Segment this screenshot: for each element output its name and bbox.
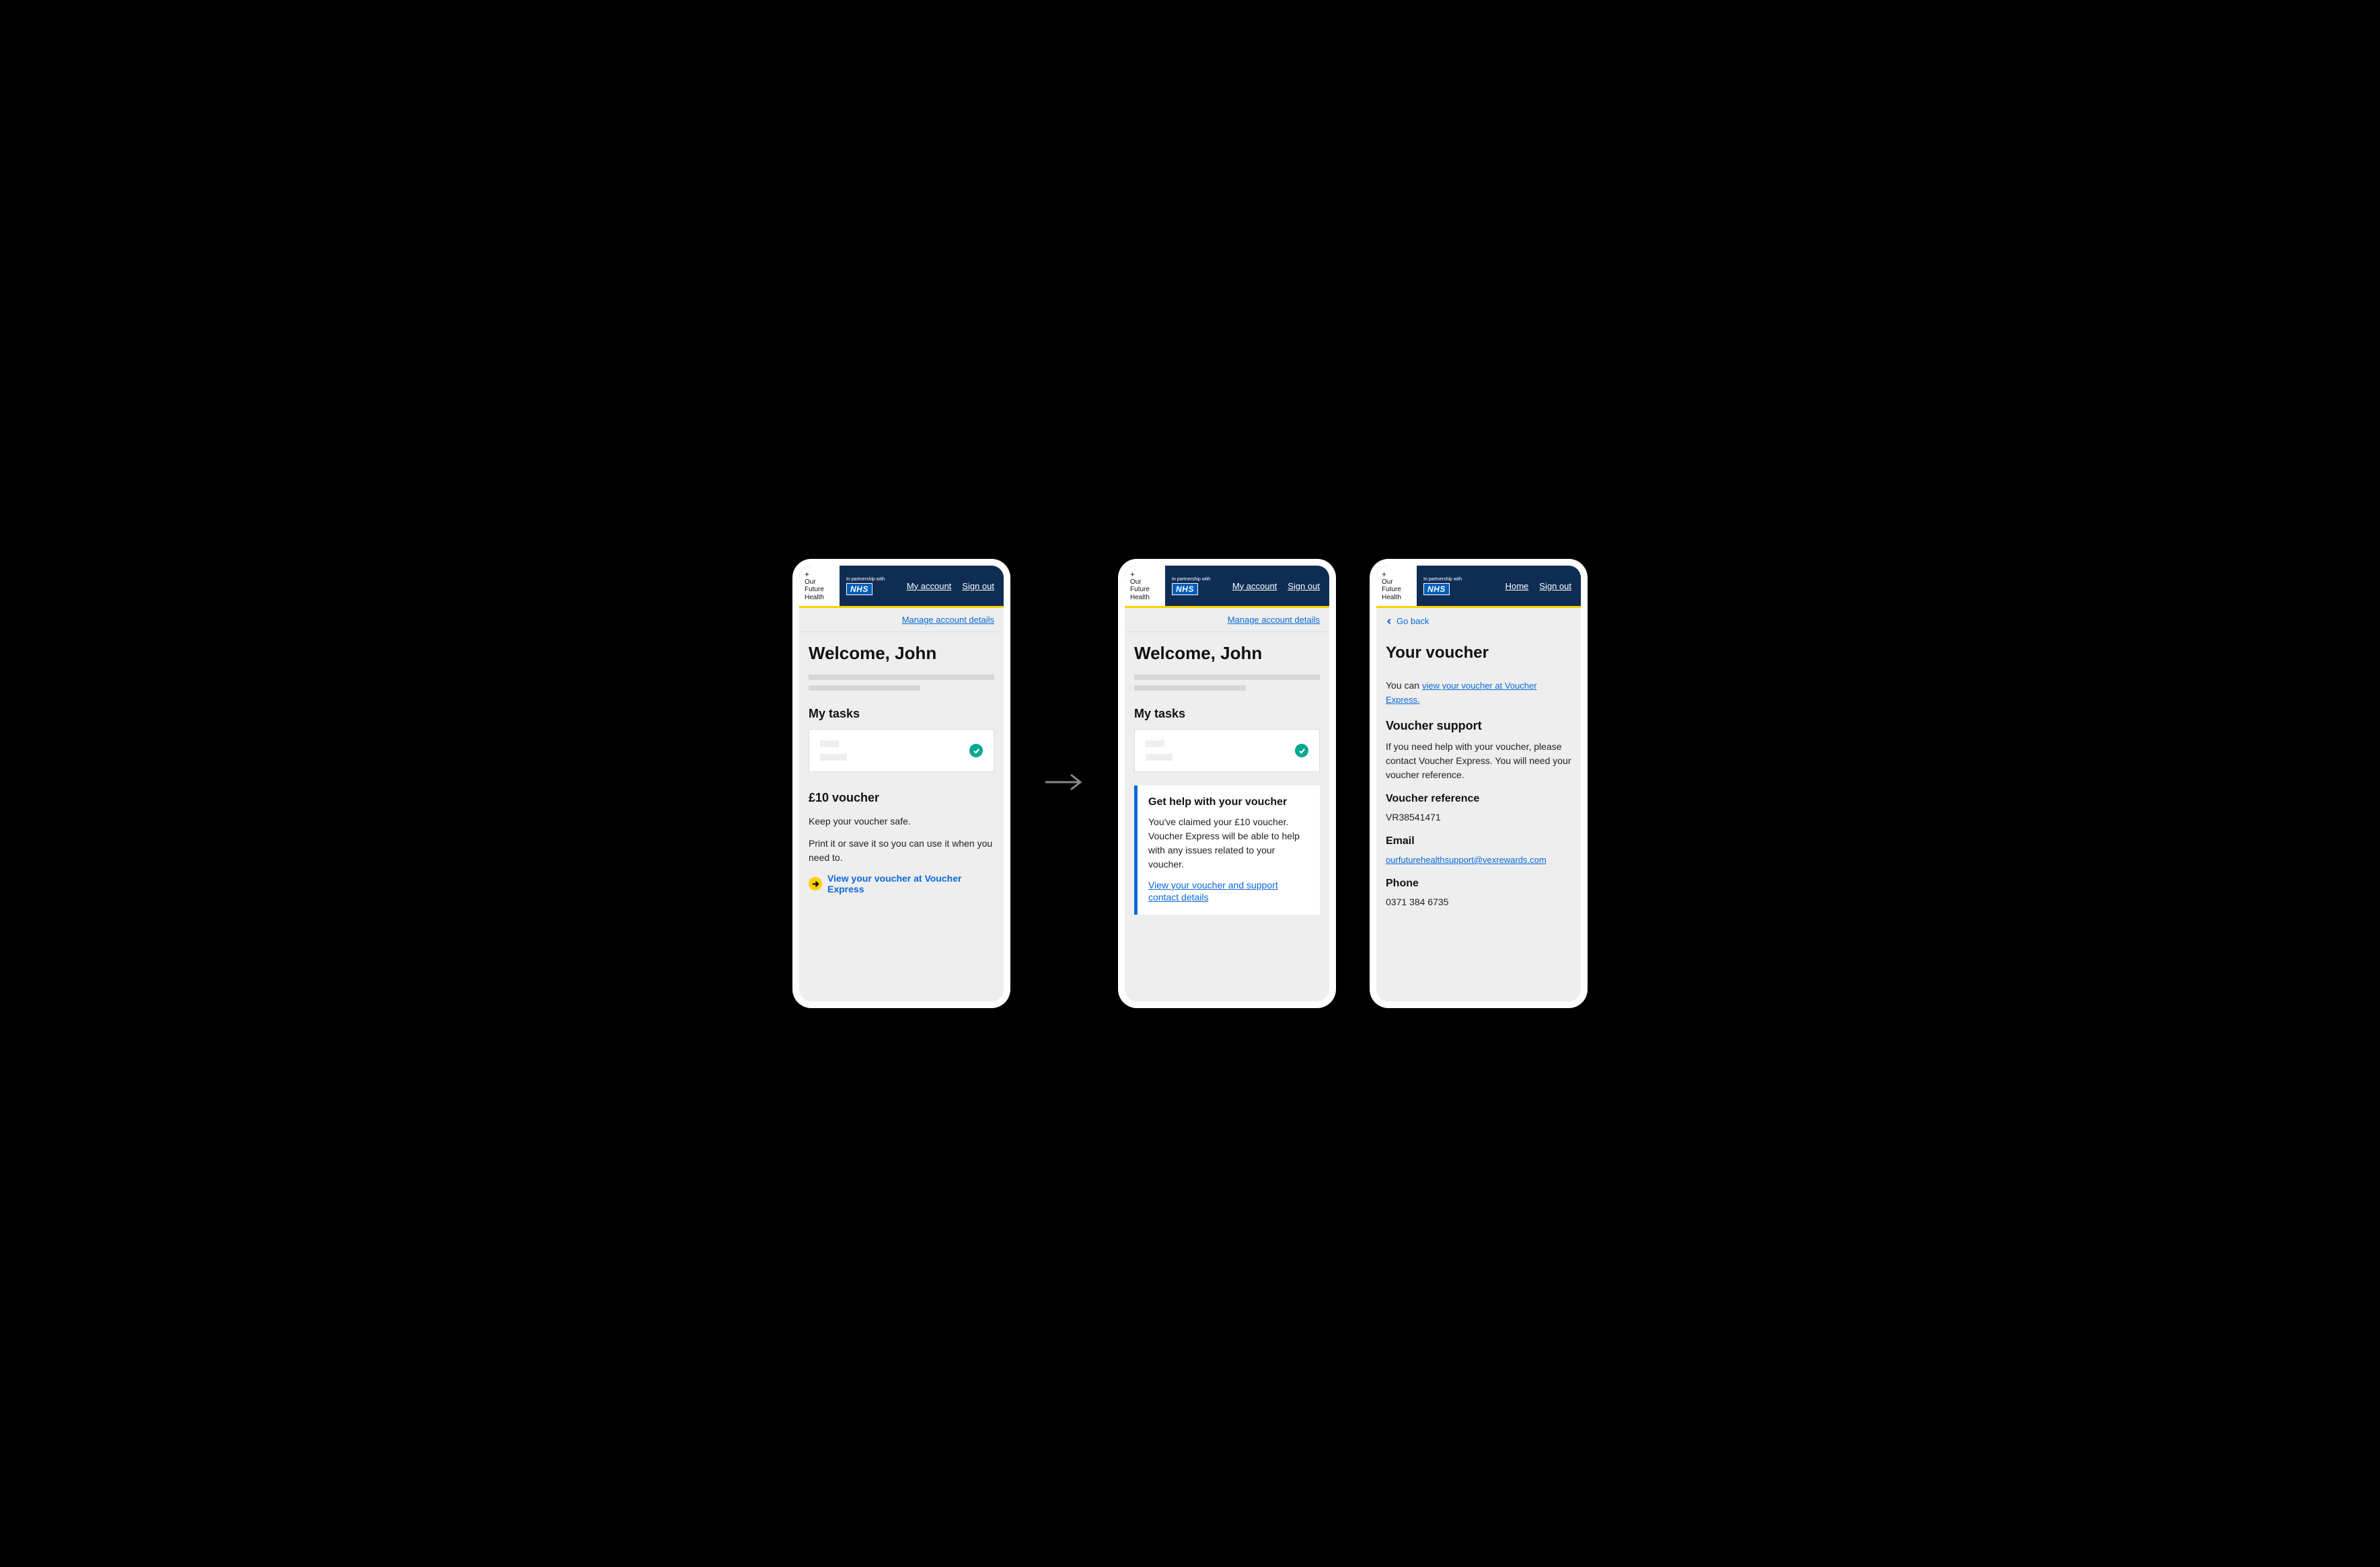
partnership-label: In partnership with bbox=[846, 577, 885, 582]
header-right: In partnership with NHS Home Sign out bbox=[1417, 566, 1581, 606]
welcome-heading: Welcome, John bbox=[1134, 643, 1320, 664]
content-area: Go back Your voucher You can view your v… bbox=[1376, 608, 1581, 1001]
app-header: + Our Future Health In partnership with … bbox=[1376, 566, 1581, 606]
sign-out-link[interactable]: Sign out bbox=[1288, 581, 1320, 591]
phone-mockup-2: + Our Future Health In partnership with … bbox=[1118, 559, 1336, 1008]
intro-prefix: You can bbox=[1386, 680, 1422, 691]
skeleton-bar bbox=[820, 754, 847, 761]
voucher-reference-heading: Voucher reference bbox=[1386, 793, 1571, 805]
brand-logo: + Our Future Health bbox=[1125, 566, 1165, 606]
manage-account-link[interactable]: Manage account details bbox=[902, 615, 994, 625]
skeleton-bar bbox=[1146, 740, 1164, 747]
page-title: Your voucher bbox=[1386, 644, 1571, 662]
transition-arrow-icon bbox=[1044, 772, 1084, 796]
voucher-cta[interactable]: View your voucher at Voucher Express bbox=[809, 873, 994, 894]
brand-logo: + Our Future Health bbox=[1376, 566, 1417, 606]
chevron-left-icon bbox=[1386, 618, 1392, 625]
voucher-body-2: Print it or save it so you can use it wh… bbox=[809, 837, 994, 865]
welcome-heading: Welcome, John bbox=[809, 643, 994, 664]
app-header: + Our Future Health In partnership with … bbox=[799, 566, 1004, 606]
my-account-link[interactable]: My account bbox=[1232, 581, 1277, 591]
task-skeleton bbox=[1146, 740, 1173, 761]
task-card[interactable] bbox=[1134, 729, 1320, 772]
manage-account-row: Manage account details bbox=[799, 608, 1004, 632]
phone-mockup-1: + Our Future Health In partnership with … bbox=[792, 559, 1010, 1008]
voucher-cta-link[interactable]: View your voucher at Voucher Express bbox=[827, 873, 994, 894]
skeleton-bar bbox=[1134, 675, 1320, 680]
nhs-partnership: In partnership with NHS bbox=[1172, 577, 1210, 595]
brand-logo: + Our Future Health bbox=[799, 566, 840, 606]
home-link[interactable]: Home bbox=[1505, 581, 1529, 591]
arrow-right-icon bbox=[809, 877, 822, 890]
skeleton-bar bbox=[1146, 754, 1173, 761]
nav-links: My account Sign out bbox=[907, 581, 994, 591]
intro-text: You can view your voucher at Voucher Exp… bbox=[1386, 679, 1571, 707]
manage-account-link[interactable]: Manage account details bbox=[1228, 615, 1320, 625]
nhs-badge: NHS bbox=[1423, 583, 1450, 595]
support-email-link[interactable]: ourfuturehealthsupport@vexrewards.com bbox=[1386, 855, 1547, 865]
help-panel: Get help with your voucher You've claime… bbox=[1134, 786, 1320, 915]
help-panel-title: Get help with your voucher bbox=[1148, 796, 1309, 808]
skeleton-bar bbox=[809, 685, 920, 691]
skeleton-bar bbox=[820, 740, 839, 747]
voucher-heading: £10 voucher bbox=[809, 791, 994, 805]
content-area: Manage account details Welcome, John My … bbox=[799, 608, 1004, 1001]
skeleton-bar bbox=[1134, 685, 1246, 691]
nhs-badge: NHS bbox=[1172, 583, 1198, 595]
logo-plus-icon: + bbox=[805, 570, 834, 578]
task-card[interactable] bbox=[809, 729, 994, 772]
phone-mockup-3: + Our Future Health In partnership with … bbox=[1370, 559, 1588, 1008]
check-circle-icon bbox=[969, 744, 983, 757]
voucher-body-1: Keep your voucher safe. bbox=[809, 814, 994, 829]
logo-plus-icon: + bbox=[1130, 570, 1160, 578]
logo-plus-icon: + bbox=[1382, 570, 1411, 578]
sign-out-link[interactable]: Sign out bbox=[1539, 581, 1571, 591]
header-right: In partnership with NHS My account Sign … bbox=[840, 566, 1004, 606]
nhs-badge: NHS bbox=[846, 583, 872, 595]
my-account-link[interactable]: My account bbox=[907, 581, 951, 591]
logo-text: Our Future Health bbox=[1382, 578, 1411, 602]
partnership-label: In partnership with bbox=[1172, 577, 1210, 582]
skeleton-bar bbox=[809, 675, 994, 680]
phone-screen-2: + Our Future Health In partnership with … bbox=[1125, 566, 1329, 1001]
voucher-reference-value: VR38541471 bbox=[1386, 810, 1571, 825]
my-tasks-heading: My tasks bbox=[809, 707, 994, 721]
voucher-support-body: If you need help with your voucher, plea… bbox=[1386, 740, 1571, 782]
logo-text: Our Future Health bbox=[1130, 578, 1160, 602]
check-circle-icon bbox=[1295, 744, 1308, 757]
manage-account-row: Manage account details bbox=[1125, 608, 1329, 632]
help-panel-link[interactable]: View your voucher and support contact de… bbox=[1148, 880, 1278, 903]
sign-out-link[interactable]: Sign out bbox=[962, 581, 994, 591]
email-heading: Email bbox=[1386, 835, 1571, 847]
content-area: Manage account details Welcome, John My … bbox=[1125, 608, 1329, 1001]
partnership-label: In partnership with bbox=[1423, 577, 1462, 582]
nhs-partnership: In partnership with NHS bbox=[846, 577, 885, 595]
phone-value: 0371 384 6735 bbox=[1386, 895, 1571, 909]
nhs-partnership: In partnership with NHS bbox=[1423, 577, 1462, 595]
header-right: In partnership with NHS My account Sign … bbox=[1165, 566, 1329, 606]
go-back-text: Go back bbox=[1397, 616, 1429, 626]
go-back-link[interactable]: Go back bbox=[1376, 608, 1581, 626]
phone-heading: Phone bbox=[1386, 878, 1571, 890]
logo-text: Our Future Health bbox=[805, 578, 834, 602]
help-panel-body: You've claimed your £10 voucher. Voucher… bbox=[1148, 815, 1309, 872]
task-skeleton bbox=[820, 740, 847, 761]
my-tasks-heading: My tasks bbox=[1134, 707, 1320, 721]
nav-links: My account Sign out bbox=[1232, 581, 1320, 591]
phone-screen-1: + Our Future Health In partnership with … bbox=[799, 566, 1004, 1001]
app-header: + Our Future Health In partnership with … bbox=[1125, 566, 1329, 606]
nav-links: Home Sign out bbox=[1505, 581, 1571, 591]
phone-screen-3: + Our Future Health In partnership with … bbox=[1376, 566, 1581, 1001]
voucher-support-heading: Voucher support bbox=[1386, 719, 1571, 733]
